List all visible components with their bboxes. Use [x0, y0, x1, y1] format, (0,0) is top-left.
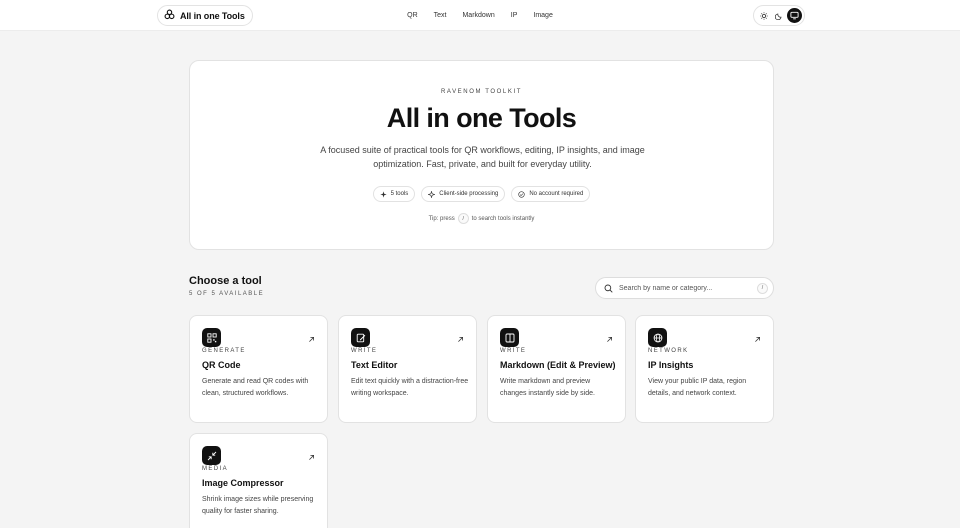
qr-icon — [202, 328, 221, 347]
arrow-up-right-icon — [308, 448, 315, 466]
sparkle-icon — [379, 190, 387, 198]
edit-icon — [351, 328, 370, 347]
card-category: GENERATE — [202, 348, 246, 354]
sparkle-icon — [428, 190, 436, 198]
search-input[interactable] — [619, 284, 751, 292]
card-category: WRITE — [351, 348, 378, 354]
card-category: MEDIA — [202, 466, 229, 472]
light-theme-button[interactable] — [756, 8, 771, 23]
page-title: All in one Tools — [386, 103, 577, 133]
card-description: Generate and read QR codes with clean, s… — [202, 378, 309, 397]
tip-text-before: Tip: press — [428, 215, 455, 222]
badge-tool-count: 5 tools — [372, 186, 416, 202]
arrow-up-right-icon — [606, 330, 613, 348]
search-box: / — [595, 277, 774, 299]
card-category: NETWORK — [648, 348, 689, 354]
card-description: Edit text quickly with a distraction-fre… — [351, 378, 469, 397]
card-title: Markdown (Edit & Preview) — [500, 360, 616, 370]
search-icon — [604, 284, 613, 293]
nav-link-text[interactable]: Text — [426, 12, 455, 19]
badge-label: No account required — [529, 191, 584, 197]
arrow-up-right-icon — [308, 330, 315, 348]
keyboard-shortcut-key: / — [457, 213, 469, 224]
moon-icon — [774, 13, 782, 20]
tool-card-text-editor[interactable]: WRITE Text Editor Edit text quickly with… — [338, 315, 477, 423]
tool-card-image-compressor[interactable]: MEDIA Image Compressor Shrink image size… — [189, 433, 328, 528]
arrow-up-right-icon — [754, 330, 761, 348]
tool-card-qr-code[interactable]: GENERATE QR Code Generate and read QR co… — [189, 315, 328, 423]
compress-icon — [202, 446, 221, 465]
nav-link-image[interactable]: Image — [525, 12, 560, 19]
dark-theme-button[interactable] — [771, 8, 786, 23]
card-title: Image Compressor — [202, 478, 284, 488]
hero-eyebrow: RAVENOM TOOLKIT — [440, 89, 522, 95]
nav-link-qr[interactable]: QR — [399, 12, 426, 19]
split-view-icon — [500, 328, 519, 347]
card-title: IP Insights — [648, 360, 694, 370]
triple-circle-logo-icon — [164, 7, 175, 25]
card-description: Write markdown and preview changes insta… — [500, 378, 595, 397]
badge-no-account: No account required — [511, 186, 591, 202]
main-nav: QR Text Markdown IP Image — [0, 0, 960, 31]
brand-name: All in one Tools — [180, 10, 245, 21]
nav-link-markdown[interactable]: Markdown — [454, 12, 502, 19]
search-tip: Tip: press / to search tools instantly — [190, 213, 773, 224]
card-title: QR Code — [202, 360, 241, 370]
check-circle-icon — [518, 190, 525, 198]
monitor-icon — [790, 11, 799, 20]
badge-label: Client-side processing — [439, 191, 499, 197]
search-shortcut-key: / — [757, 282, 768, 294]
badge-label: 5 tools — [390, 191, 409, 197]
card-category: WRITE — [500, 348, 527, 354]
tool-card-markdown[interactable]: WRITE Markdown (Edit & Preview) Write ma… — [487, 315, 626, 423]
arrow-up-right-icon — [457, 330, 464, 348]
theme-switcher — [753, 5, 805, 26]
section-title: Choose a tool — [189, 275, 262, 287]
tool-card-ip-insights[interactable]: NETWORK IP Insights View your public IP … — [635, 315, 774, 423]
hero-subtitle: A focused suite of practical tools for Q… — [320, 145, 645, 169]
hero-card: RAVENOM TOOLKIT All in one Tools A focus… — [189, 60, 774, 250]
card-description: View your public IP data, region details… — [648, 378, 747, 397]
top-navigation-bar: All in one Tools QR Text Markdown IP Ima… — [0, 0, 960, 31]
globe-icon — [648, 328, 667, 347]
feature-badges: 5 tools Client-side processing No accoun… — [190, 186, 773, 202]
card-description: Shrink image sizes while preserving qual… — [202, 496, 314, 515]
nav-link-ip[interactable]: IP — [503, 12, 526, 19]
tool-count: 5 OF 5 AVAILABLE — [189, 291, 265, 297]
badge-client-side: Client-side processing — [421, 186, 506, 202]
tip-text-after: to search tools instantly — [471, 215, 535, 222]
system-theme-button[interactable] — [786, 8, 802, 23]
card-title: Text Editor — [351, 360, 398, 370]
brand-logo-link[interactable]: All in one Tools — [157, 5, 253, 26]
sun-icon — [759, 11, 768, 20]
